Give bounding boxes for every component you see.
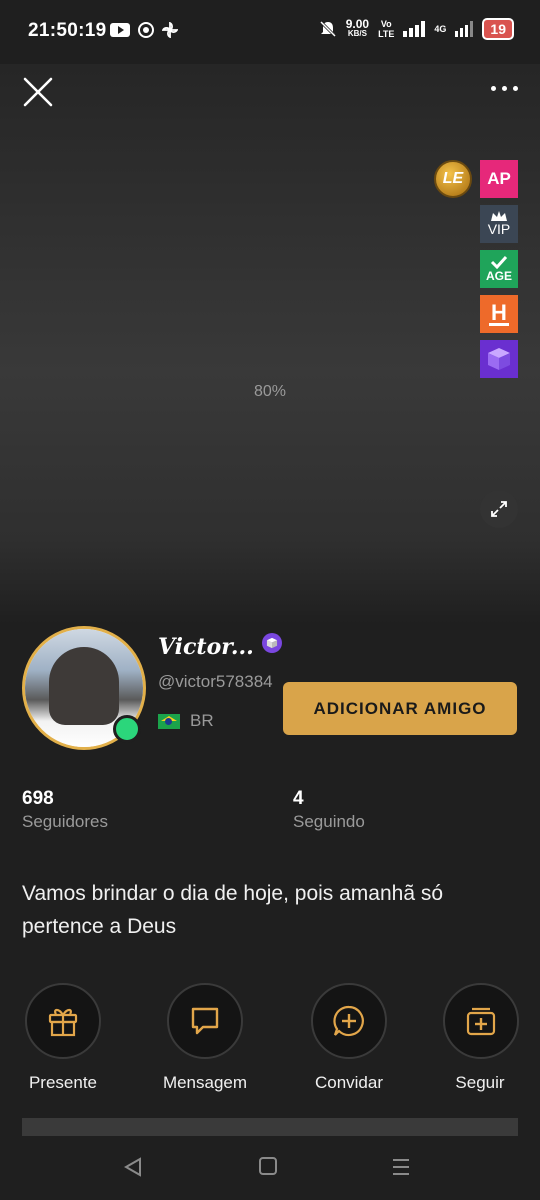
status-time: 21:50:19 [28, 20, 107, 41]
more-options-icon[interactable] [491, 86, 518, 91]
volte-top: Vo [380, 19, 392, 29]
volte-bottom: LTE [378, 29, 395, 39]
followers-count: 698 [22, 788, 54, 809]
followers-stat[interactable]: 698 Seguidores [22, 788, 108, 832]
vip-badge[interactable]: VIP [480, 205, 518, 243]
online-status-indicator [113, 715, 141, 743]
vip-badge-label: VIP [487, 221, 511, 237]
gift-label: Presente [28, 1073, 98, 1092]
app-icon [138, 22, 154, 38]
content-panel-edge [22, 1118, 518, 1138]
battery-level: 19 [482, 18, 514, 40]
gift-icon [48, 1008, 78, 1037]
close-icon[interactable] [22, 76, 54, 108]
system-navigation-bar [0, 1136, 540, 1200]
profile-country: BR [158, 711, 214, 731]
expand-icon [491, 501, 507, 517]
follow-icon [466, 1007, 496, 1036]
le-badge[interactable]: LE [434, 160, 472, 198]
cube-badge-small-icon [262, 633, 282, 653]
checkmark-icon [490, 255, 508, 269]
status-bar: 21:50:19 9.00 KB/S Vo LTE 4G 19 [0, 0, 540, 64]
recent-apps-icon[interactable] [391, 1156, 411, 1178]
signal-icon [403, 21, 426, 37]
speed-unit: KB/S [347, 29, 367, 38]
brazil-flag-icon [158, 713, 180, 729]
gift-button[interactable]: Presente [23, 983, 103, 1093]
follow-button[interactable]: Seguir [443, 983, 519, 1093]
h-badge-label: H [489, 299, 509, 326]
h-badge[interactable]: H [480, 295, 518, 333]
pinwheel-icon [162, 22, 178, 38]
profile-name: Victor... [158, 634, 254, 660]
network-speed: 9.00 KB/S [346, 18, 369, 39]
invite-button[interactable]: Convidar [307, 983, 391, 1093]
age-badge[interactable]: AGE [480, 250, 518, 288]
following-stat[interactable]: 4 Seguindo [293, 788, 365, 832]
volte-indicator: Vo LTE [378, 19, 394, 39]
follow-label: Seguir [455, 1073, 505, 1092]
network-type: 4G [434, 24, 447, 34]
back-icon[interactable] [122, 1156, 144, 1178]
crown-icon [491, 211, 507, 221]
following-count: 4 [293, 788, 304, 809]
invite-icon [333, 1005, 364, 1037]
profile-bio: Vamos brindar o dia de hoje, pois amanhã… [22, 882, 444, 938]
home-icon[interactable] [258, 1156, 278, 1176]
followers-label: Seguidores [22, 812, 109, 831]
bell-muted-icon [319, 20, 336, 38]
expand-button[interactable] [480, 490, 518, 528]
country-code: BR [190, 711, 214, 730]
following-label: Seguindo [293, 812, 365, 831]
ap-badge[interactable]: AP [480, 160, 518, 198]
signal-icon-2 [455, 21, 474, 37]
cube-icon [488, 348, 510, 370]
cube-badge[interactable] [480, 340, 518, 378]
loading-progress: 80% [253, 383, 287, 400]
le-badge-label: LE [442, 170, 464, 187]
profile-video-area[interactable] [0, 64, 540, 624]
ap-badge-label: AP [487, 169, 511, 188]
message-icon [191, 1007, 219, 1035]
profile-handle: @victor578384 [158, 672, 273, 691]
message-button[interactable]: Mensagem [157, 983, 253, 1093]
youtube-icon [110, 23, 130, 37]
invite-label: Convidar [314, 1073, 384, 1092]
message-label: Mensagem [162, 1073, 248, 1092]
add-friend-button[interactable]: ADICIONAR AMIGO [283, 682, 517, 735]
age-badge-label: AGE [485, 269, 512, 283]
notification-icons [110, 22, 178, 38]
